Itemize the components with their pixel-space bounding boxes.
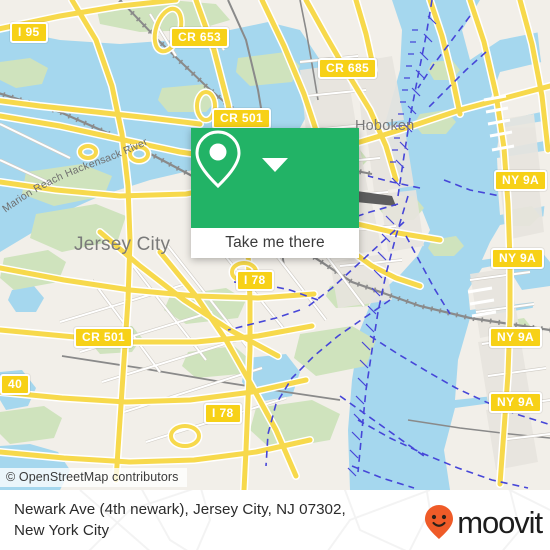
footer-address-line-2: New York City <box>14 522 110 539</box>
osm-attribution[interactable]: © OpenStreetMap contributors <box>0 468 187 487</box>
popup-tail <box>262 158 288 172</box>
footer-bar: Newark Ave (4th newark), Jersey City, NJ… <box>0 490 550 550</box>
popup-image-area <box>191 128 359 228</box>
popup-cta-label: Take me there <box>225 234 325 251</box>
moovit-wordmark: moovit <box>457 504 543 540</box>
moovit-pin-smiley-icon <box>425 505 454 539</box>
moovit-logo[interactable]: moovit <box>424 504 543 540</box>
map-pin-icon <box>195 130 241 189</box>
map-canvas[interactable]: Marion Reach Hackensack River Jersey Cit… <box>0 0 550 490</box>
location-popup-card[interactable]: Take me there <box>191 128 359 258</box>
footer-address-line-1: Newark Ave (4th newark), Jersey City, NJ… <box>14 501 346 518</box>
screenshot-root: Marion Reach Hackensack River Jersey Cit… <box>0 0 550 550</box>
footer-address: Newark Ave (4th newark), Jersey City, NJ… <box>14 499 404 541</box>
popup-cta-button[interactable]: Take me there <box>191 228 359 258</box>
